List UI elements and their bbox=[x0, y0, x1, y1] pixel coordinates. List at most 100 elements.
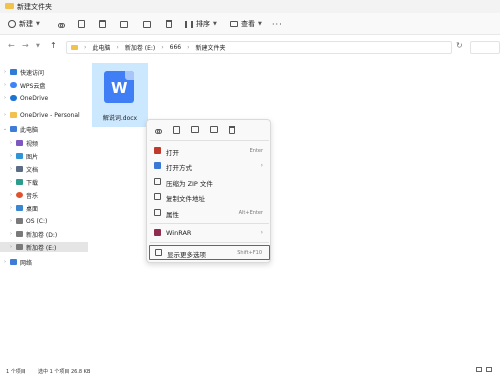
rename-icon[interactable] bbox=[191, 126, 199, 133]
more-button[interactable]: ··· bbox=[272, 17, 283, 31]
menu-item-compress-zip[interactable]: 压缩为 ZIP 文件 bbox=[147, 175, 272, 189]
sidebar-item-quick-access[interactable]: › 快速访问 bbox=[0, 67, 88, 77]
menu-item-label: 压缩为 ZIP 文件 bbox=[166, 180, 213, 188]
breadcrumb-item[interactable]: 此电脑 bbox=[92, 43, 110, 52]
word-document-icon: W bbox=[104, 71, 134, 103]
breadcrumb-item[interactable]: 新建文件夹 bbox=[196, 43, 226, 52]
folder-icon bbox=[5, 3, 14, 9]
tiles-view-icon[interactable] bbox=[486, 367, 492, 372]
refresh-icon[interactable]: ↻ bbox=[456, 41, 463, 50]
file-name: 解说词.docx bbox=[102, 115, 138, 122]
chevron-right-icon[interactable]: › bbox=[6, 192, 16, 198]
chevron-right-icon[interactable]: › bbox=[6, 218, 16, 224]
view-toggle bbox=[476, 367, 492, 372]
sidebar-item-label: OneDrive - Personal bbox=[20, 111, 80, 119]
menu-item-label: WinRAR bbox=[166, 229, 192, 237]
sidebar-item-onedrive-personal[interactable]: › OneDrive - Personal bbox=[0, 110, 88, 120]
breadcrumb[interactable]: › 此电脑 › 新加卷 (E:) › 666 › 新建文件夹 bbox=[66, 41, 452, 54]
copy-button[interactable] bbox=[78, 17, 85, 31]
sidebar-item-music[interactable]: › 音乐 bbox=[0, 190, 88, 200]
sidebar-item-label: OS (C:) bbox=[26, 217, 48, 225]
chevron-right-icon[interactable]: › bbox=[6, 166, 16, 172]
menu-divider bbox=[150, 140, 269, 141]
sidebar-item-videos[interactable]: › 视频 bbox=[0, 138, 88, 148]
breadcrumb-item[interactable]: 666 bbox=[170, 44, 181, 51]
menu-item-open-with[interactable]: 打开方式 › bbox=[147, 159, 272, 173]
sidebar-item-this-pc[interactable]: ⌄ 此电脑 bbox=[0, 124, 88, 134]
chevron-right-icon[interactable]: › bbox=[0, 95, 10, 101]
cut-button[interactable] bbox=[58, 17, 65, 31]
download-icon bbox=[16, 179, 23, 185]
copy-icon[interactable] bbox=[173, 126, 180, 134]
recent-chevron-icon[interactable]: ▼ bbox=[36, 43, 40, 49]
chevron-right-icon[interactable]: › bbox=[6, 140, 16, 146]
new-label: 新建 bbox=[19, 20, 33, 28]
network-icon bbox=[10, 259, 17, 265]
paste-button[interactable] bbox=[99, 17, 106, 31]
sidebar-item-os-c[interactable]: › OS (C:) bbox=[0, 216, 88, 226]
drive-icon bbox=[16, 218, 23, 224]
share-button[interactable] bbox=[143, 17, 151, 31]
copy-icon bbox=[78, 20, 85, 28]
title-bar: 新建文件夹 bbox=[0, 0, 500, 13]
menu-item-winrar[interactable]: WinRAR › bbox=[147, 226, 272, 240]
trash-icon[interactable] bbox=[229, 126, 235, 134]
view-label: 查看 bbox=[241, 20, 255, 28]
sidebar-item-pictures[interactable]: › 图片 bbox=[0, 151, 88, 161]
chevron-right-icon[interactable]: › bbox=[6, 179, 16, 185]
menu-item-show-more-options[interactable]: 显示更多选项 Shift+F10 bbox=[149, 245, 270, 260]
sidebar-item-downloads[interactable]: › 下载 bbox=[0, 177, 88, 187]
zip-icon bbox=[154, 178, 161, 185]
chevron-down-icon[interactable]: ⌄ bbox=[0, 126, 10, 132]
document-icon bbox=[16, 166, 23, 172]
scissors-icon[interactable] bbox=[155, 126, 162, 134]
sidebar-item-label: OneDrive bbox=[20, 94, 49, 102]
menu-item-properties[interactable]: 属性 Alt+Enter bbox=[147, 206, 272, 220]
chevron-right-icon[interactable]: › bbox=[6, 244, 16, 250]
chevron-right-icon[interactable]: › bbox=[0, 112, 10, 118]
up-arrow-icon[interactable]: ↑ bbox=[50, 41, 57, 50]
view-button[interactable]: 查看 ▼ bbox=[230, 17, 262, 31]
sidebar-item-network[interactable]: › 网络 bbox=[0, 257, 88, 267]
shortcut-hint: Enter bbox=[249, 148, 263, 154]
sidebar-item-label: WPS云盘 bbox=[20, 82, 46, 90]
sidebar-item-drive-d[interactable]: › 新加卷 (D:) bbox=[0, 229, 88, 239]
sidebar-item-wps-cloud[interactable]: › WPS云盘 bbox=[0, 80, 88, 90]
word-badge: W bbox=[111, 79, 128, 97]
delete-button[interactable] bbox=[166, 17, 172, 31]
rename-button[interactable] bbox=[120, 17, 128, 31]
chevron-right-icon[interactable]: › bbox=[0, 82, 10, 88]
search-input[interactable] bbox=[470, 41, 500, 54]
back-arrow-icon[interactable]: ← bbox=[8, 41, 15, 50]
chevron-right-icon[interactable]: › bbox=[6, 231, 16, 237]
chevron-right-icon[interactable]: › bbox=[0, 259, 10, 265]
desktop-icon bbox=[16, 205, 23, 211]
chevron-right-icon[interactable]: › bbox=[6, 205, 16, 211]
menu-item-open[interactable]: 打开 Enter bbox=[147, 144, 272, 158]
sort-button[interactable]: 排序 ▼ bbox=[185, 17, 217, 31]
breadcrumb-item[interactable]: 新加卷 (E:) bbox=[125, 43, 155, 52]
shortcut-hint: Alt+Enter bbox=[238, 210, 263, 216]
menu-item-copy-path[interactable]: 复制文件地址 bbox=[147, 190, 272, 204]
new-button[interactable]: 新建 ▼ bbox=[8, 17, 40, 31]
forward-arrow-icon[interactable]: → bbox=[22, 41, 29, 50]
trash-icon bbox=[166, 20, 172, 28]
chevron-right-icon: › bbox=[161, 44, 164, 51]
drive-icon bbox=[16, 244, 23, 250]
cloud-icon bbox=[10, 82, 17, 88]
sidebar-item-label: 此电脑 bbox=[20, 126, 39, 134]
sidebar-item-desktop[interactable]: › 桌面 bbox=[0, 203, 88, 213]
context-quick-actions bbox=[147, 125, 272, 137]
sidebar-item-onedrive[interactable]: › OneDrive bbox=[0, 93, 88, 103]
share-icon[interactable] bbox=[210, 126, 218, 133]
chevron-right-icon[interactable]: › bbox=[0, 69, 10, 75]
sidebar-item-drive-e[interactable]: › 新加卷 (E:) bbox=[0, 242, 88, 252]
address-bar: ← → ▼ ↑ › 此电脑 › 新加卷 (E:) › 666 › 新建文件夹 ↻ bbox=[0, 35, 500, 59]
details-view-icon[interactable] bbox=[476, 367, 482, 372]
folder-icon bbox=[10, 112, 17, 118]
file-item[interactable]: W 解说词.docx bbox=[92, 63, 148, 127]
chevron-right-icon[interactable]: › bbox=[6, 153, 16, 159]
clipboard-icon bbox=[99, 20, 106, 28]
sidebar-item-documents[interactable]: › 文档 bbox=[0, 164, 88, 174]
folder-icon bbox=[71, 45, 78, 50]
